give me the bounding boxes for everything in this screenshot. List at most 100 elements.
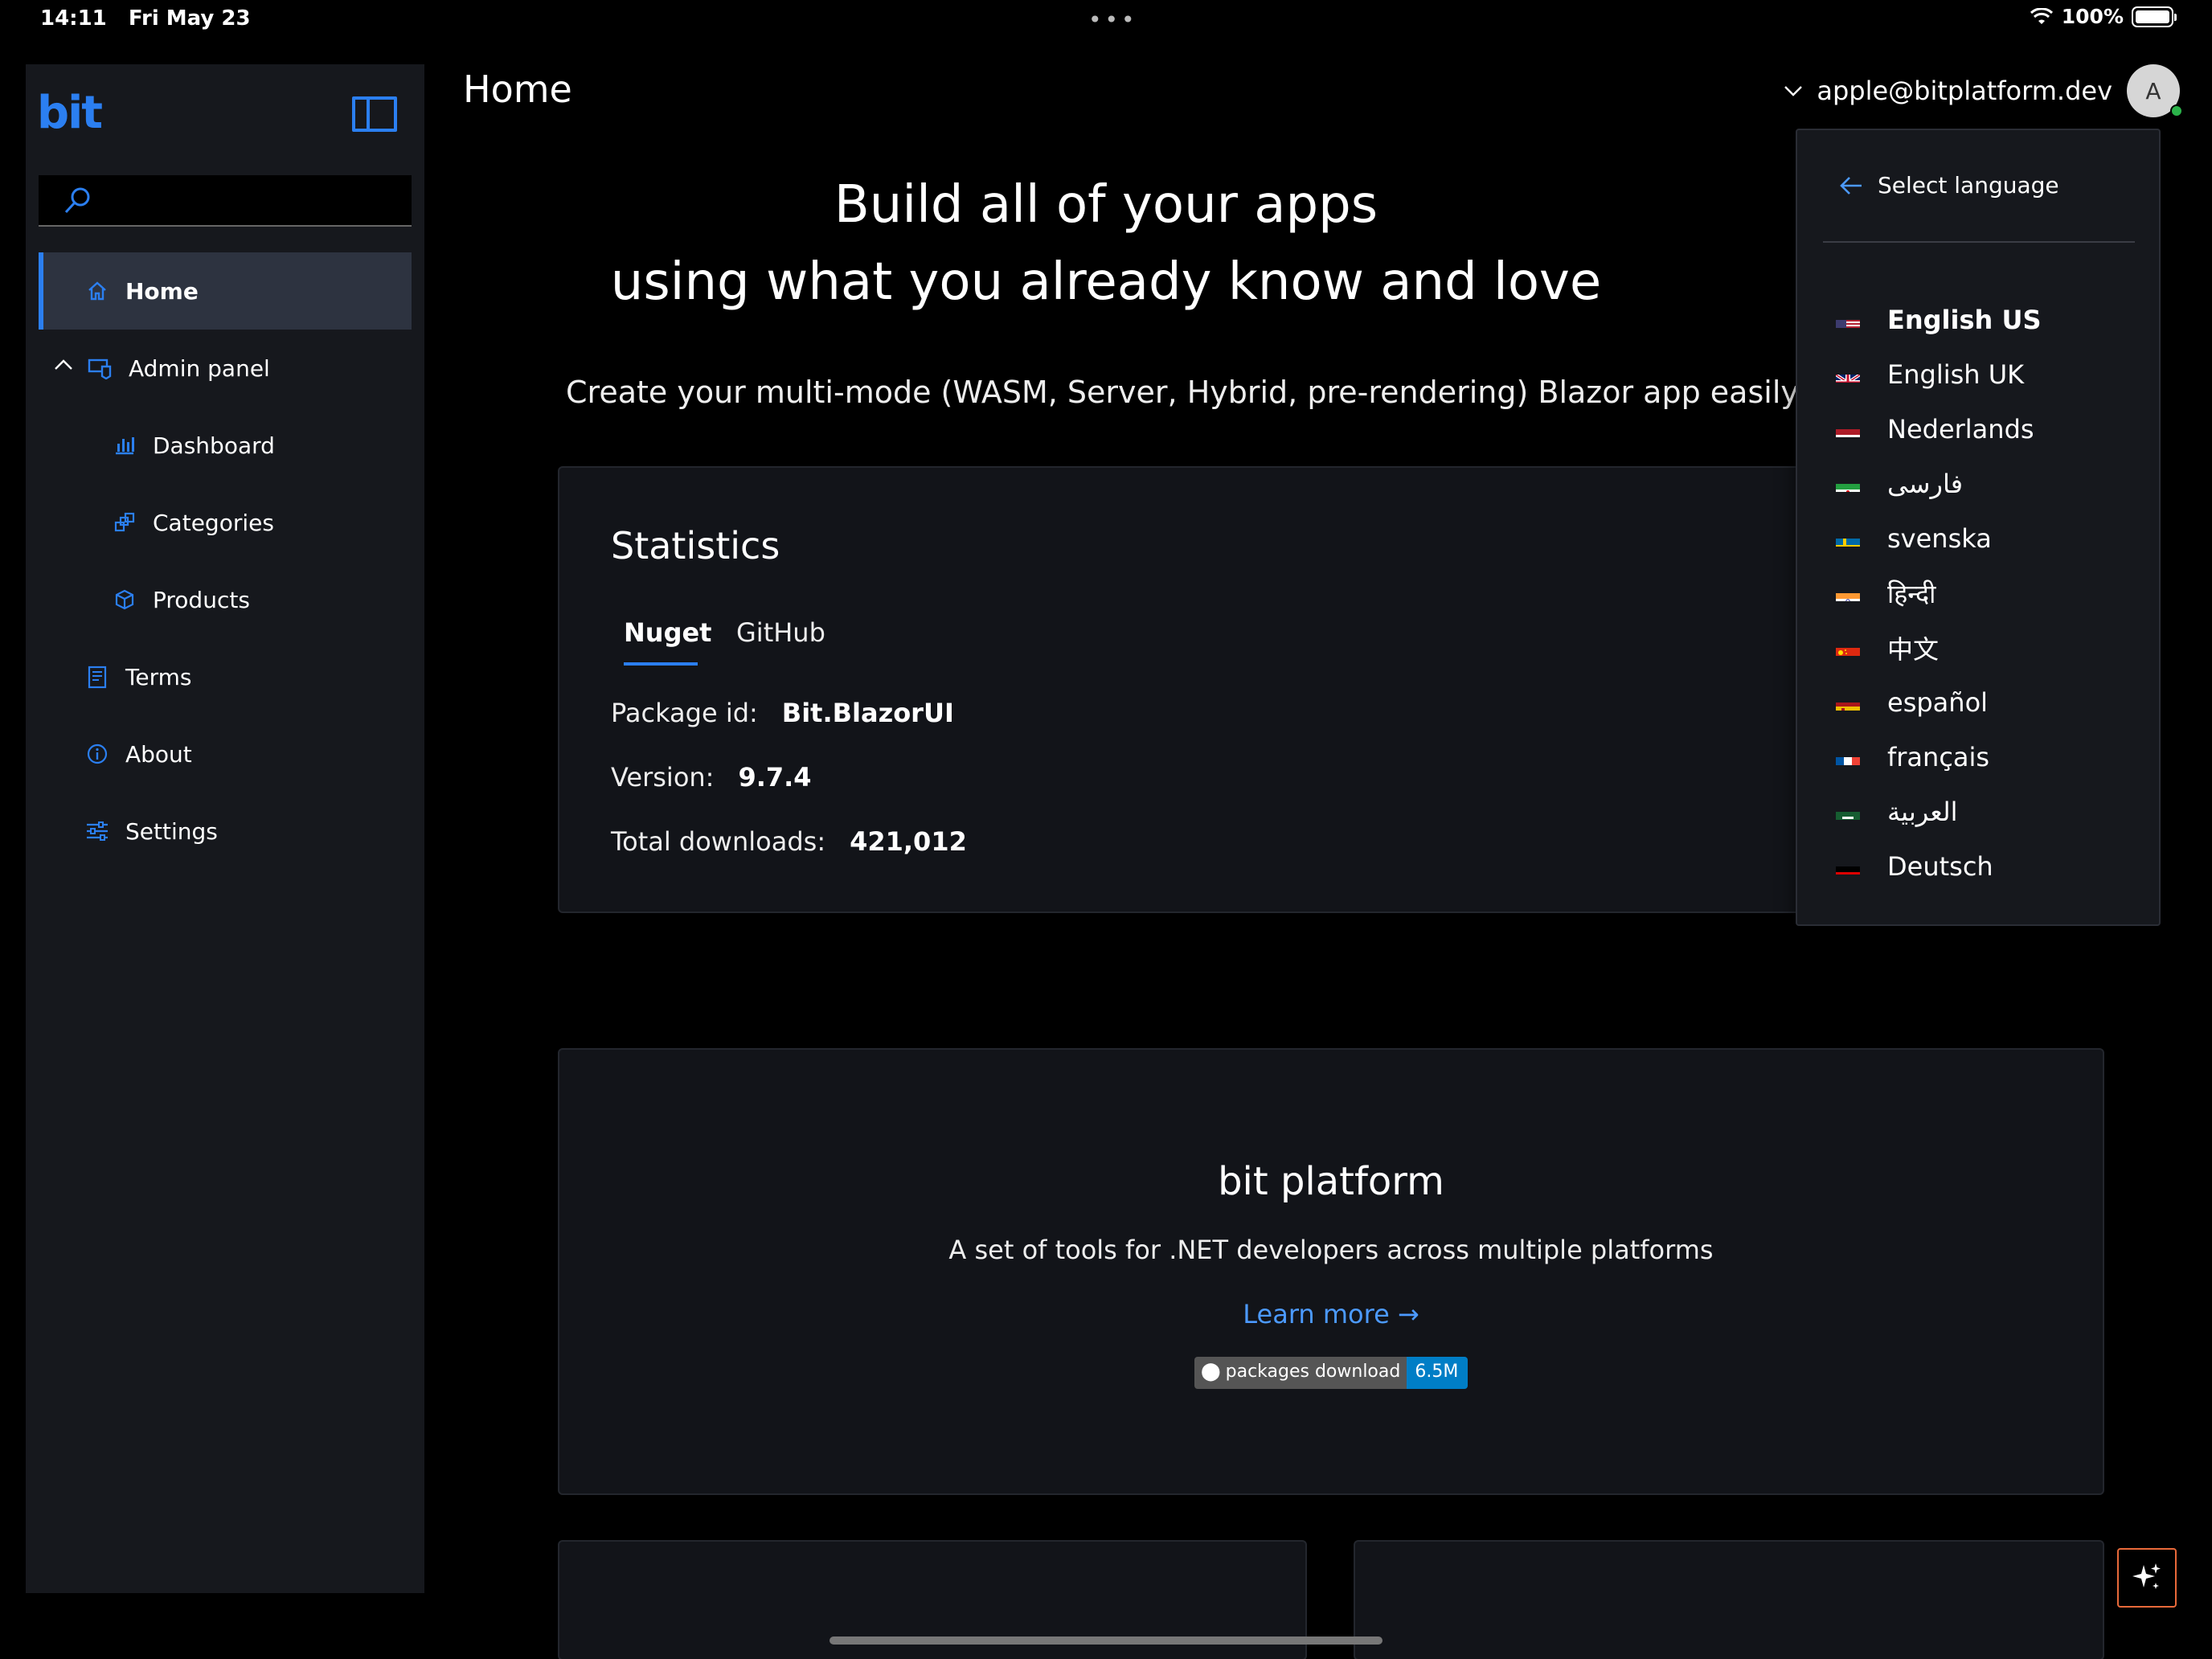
language-name: فارسی xyxy=(1887,469,1963,499)
sidebar-item-dashboard[interactable]: Dashboard xyxy=(39,407,412,484)
language-option-espanol[interactable]: español xyxy=(1836,678,2141,727)
user-email: apple@bitplatform.dev xyxy=(1817,76,2112,106)
language-option-english-us[interactable]: English US xyxy=(1836,296,2141,344)
tab-nuget[interactable]: Nuget xyxy=(624,617,711,648)
language-option-arabic[interactable]: العربية xyxy=(1836,788,2141,836)
in-flag-icon xyxy=(1836,585,1860,601)
downloads-label: Total downloads: xyxy=(611,826,826,857)
sidebar-item-label: Products xyxy=(153,586,250,613)
language-option-svenska[interactable]: svenska xyxy=(1836,514,2141,563)
terms-icon xyxy=(84,663,111,690)
package-id-value: Bit.BlazorUI xyxy=(781,698,954,728)
language-option-hindi[interactable]: हिन्दी xyxy=(1836,569,2141,617)
sidebar-item-categories[interactable]: Categories xyxy=(39,484,412,561)
info-icon xyxy=(84,740,111,768)
language-menu-title: Select language xyxy=(1878,172,2059,199)
sidebar-item-label: Terms xyxy=(125,663,192,690)
bit-platform-description: A set of tools for .NET developers acros… xyxy=(948,1235,1714,1265)
home-indicator[interactable] xyxy=(830,1636,1382,1645)
sidebar-item-terms[interactable]: Terms xyxy=(39,638,412,715)
sidebar-item-settings[interactable]: Settings xyxy=(39,793,412,870)
nuget-icon: ⬤ xyxy=(1201,1362,1221,1382)
active-tab-indicator xyxy=(624,662,698,666)
language-option-deutsch[interactable]: Deutsch xyxy=(1836,842,2141,891)
bit-logo[interactable]: bit xyxy=(37,87,103,139)
language-menu-back[interactable]: Select language xyxy=(1837,172,2059,199)
status-bar: 14:11 Fri May 23 ••• 100% xyxy=(0,0,2212,40)
badge-label: ⬤ packages download xyxy=(1194,1357,1407,1389)
us-flag-icon xyxy=(1836,312,1860,328)
language-menu: Select language English US English UK Ne… xyxy=(1796,129,2161,926)
version-value: 9.7.4 xyxy=(738,762,812,793)
uk-flag-icon xyxy=(1836,367,1860,383)
hero-description: Create your multi-mode (WASM, Server, Hy… xyxy=(566,375,1878,410)
language-name: हिन्दी xyxy=(1887,578,1936,609)
status-indicators: 100% xyxy=(2030,5,2177,28)
arrow-left-icon xyxy=(1840,176,1862,195)
chevron-up-icon xyxy=(55,359,72,370)
arrow-right-icon: → xyxy=(1397,1299,1419,1329)
bit-platform-card: bit platform A set of tools for .NET dev… xyxy=(558,1048,2104,1495)
user-menu-button[interactable]: apple@bitplatform.dev A xyxy=(1783,64,2183,117)
es-flag-icon xyxy=(1836,694,1860,711)
nl-flag-icon xyxy=(1836,421,1860,437)
avatar[interactable]: A xyxy=(2127,64,2183,117)
language-option-chinese[interactable]: 中文 xyxy=(1836,624,2141,672)
language-name: English UK xyxy=(1887,359,2025,390)
sa-flag-icon xyxy=(1836,804,1860,820)
fr-flag-icon xyxy=(1836,749,1860,765)
sidebar-item-about[interactable]: About xyxy=(39,715,412,793)
products-icon xyxy=(111,586,138,613)
sidebar-item-label: Settings xyxy=(125,817,218,845)
language-name: español xyxy=(1887,687,1989,718)
package-id-row: Package id: Bit.BlazorUI xyxy=(611,698,954,728)
language-option-english-uk[interactable]: English UK xyxy=(1836,350,2141,399)
downloads-value: 421,012 xyxy=(850,826,967,857)
language-option-farsi[interactable]: فارسی xyxy=(1836,460,2141,508)
battery-icon xyxy=(2132,6,2177,27)
categories-icon xyxy=(111,509,138,536)
ai-assistant-button[interactable] xyxy=(2117,1548,2177,1608)
bottom-card-right xyxy=(1354,1540,2104,1659)
battery-percent: 100% xyxy=(2061,5,2124,28)
version-row: Version: 9.7.4 xyxy=(611,762,812,793)
ir-flag-icon xyxy=(1836,476,1860,492)
learn-more-link[interactable]: Learn more → xyxy=(559,1299,2103,1329)
package-id-label: Package id: xyxy=(611,698,758,728)
sidebar-item-label: Dashboard xyxy=(153,432,275,459)
online-status-dot xyxy=(2170,104,2183,117)
sparkles-icon xyxy=(2132,1563,2161,1589)
dashboard-icon xyxy=(111,432,138,459)
language-option-francais[interactable]: français xyxy=(1836,733,2141,781)
avatar-initial: A xyxy=(2145,77,2161,104)
multitasking-dots-icon[interactable]: ••• xyxy=(1088,6,1138,33)
language-name: Nederlands xyxy=(1887,414,2034,444)
cn-flag-icon xyxy=(1836,640,1860,656)
packages-download-badge[interactable]: ⬤ packages download 6.5M xyxy=(1194,1357,1469,1389)
badge-label-text: packages download xyxy=(1225,1362,1401,1382)
sidebar-item-products[interactable]: Products xyxy=(39,561,412,638)
page-title: Home xyxy=(463,68,572,111)
language-name: English US xyxy=(1887,305,2042,335)
tab-github[interactable]: GitHub xyxy=(736,617,825,648)
sidebar-item-admin-panel[interactable]: Admin panel xyxy=(39,330,412,407)
language-name: Deutsch xyxy=(1887,851,1993,882)
divider xyxy=(1823,241,2135,243)
language-name: français xyxy=(1887,742,1990,772)
admin-panel-icon xyxy=(87,354,114,382)
learn-more-label: Learn more xyxy=(1243,1299,1390,1329)
statistics-title: Statistics xyxy=(611,524,780,567)
de-flag-icon xyxy=(1836,858,1860,875)
wifi-icon xyxy=(2030,7,2053,24)
sidebar-toggle-button[interactable] xyxy=(352,96,397,132)
language-name: العربية xyxy=(1887,797,1958,827)
sidebar-item-label: About xyxy=(125,740,192,768)
downloads-row: Total downloads: 421,012 xyxy=(611,826,967,857)
language-option-nederlands[interactable]: Nederlands xyxy=(1836,405,2141,453)
language-name: 中文 xyxy=(1887,634,1940,665)
badge-value: 6.5M xyxy=(1407,1357,1469,1389)
sidebar-item-label: Categories xyxy=(153,509,274,536)
sidebar-item-label: Admin panel xyxy=(129,354,270,382)
language-name: svenska xyxy=(1887,523,1992,554)
status-time: 14:11 Fri May 23 xyxy=(40,6,251,31)
